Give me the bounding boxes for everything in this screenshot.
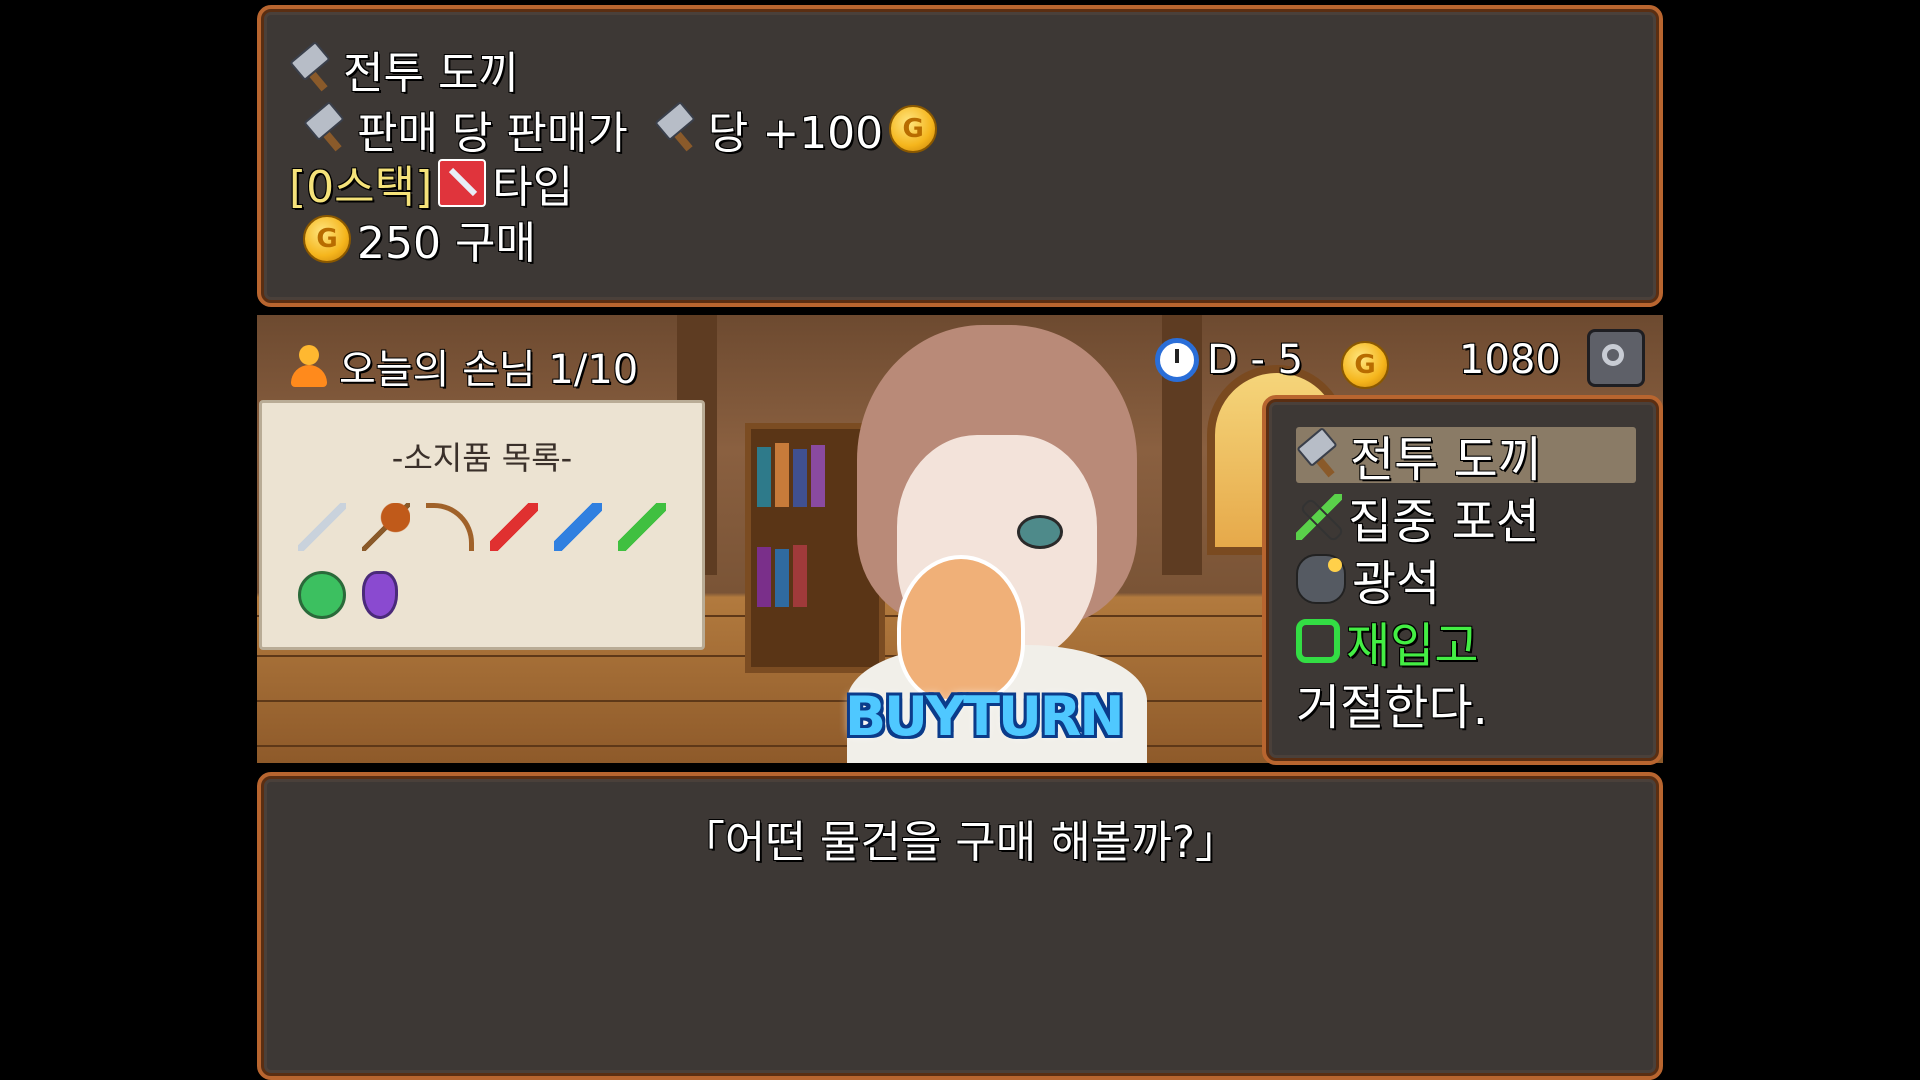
sword-icon[interactable] [298,503,346,551]
mace-icon[interactable] [362,503,410,551]
buy-price-line: G 250 구매 [303,207,536,271]
option-label: 재입고 [1346,618,1479,674]
menu-option-battle-axe[interactable]: 전투 도끼 [1296,426,1636,488]
axe-icon [303,100,351,153]
option-label: 집중 포션 [1348,494,1540,550]
menu-option-refuse[interactable]: 거절한다. [1296,675,1636,736]
inventory-row [298,571,398,619]
type-label: 타입 [492,162,574,213]
day-counter: D - 5 [1155,337,1303,383]
guest-count-text: 오늘의 손님 1/10 [339,347,639,393]
inventory-panel: -소지품 목록- [259,400,705,650]
blue-potion-icon[interactable] [554,503,602,551]
axe-icon [1296,426,1344,479]
game-screen: 전투 도끼 판매 당 판매가 당 +100 G [0스택] 타입 G 250 구… [257,0,1663,1080]
choice-menu: 전투 도끼 집중 포션 광석 재입고 거절한다. [1262,395,1663,765]
dialogue-box: 「어떤 물건을 구매 해볼까?」 [257,772,1663,1080]
gold-coin-icon: G [303,215,351,263]
chibi-girl-sticker [897,555,1025,703]
option-label: 거절한다. [1296,680,1488,736]
ore-icon [1296,554,1346,604]
bow-icon[interactable] [426,503,474,551]
buyturn-badge: BUYTURN [845,685,1125,748]
person-icon [287,343,331,389]
green-flask-icon[interactable] [298,571,346,619]
option-label: 광석 [1352,556,1441,612]
day-text: D - 5 [1207,337,1304,383]
item-info-panel: 전투 도끼 판매 당 판매가 당 +100 G [0스택] 타입 G 250 구… [257,5,1663,307]
potion-icon [1296,494,1342,540]
green-potion-icon[interactable] [618,503,666,551]
menu-option-restock[interactable]: 재입고 [1296,613,1636,674]
option-label: 전투 도끼 [1350,432,1542,488]
sale-bonus: 당 +100 [707,108,884,159]
dialogue-text: 「어떤 물건을 구매 해볼까?」 [680,817,1240,868]
stack-label: [0스택] [289,162,433,213]
restock-icon [1296,619,1340,663]
red-potion-icon[interactable] [490,503,538,551]
stack-type-line: [0스택] 타입 [289,151,573,215]
gold-coin-icon: G [889,105,938,153]
menu-option-ore[interactable]: 광석 [1296,551,1636,612]
item-title-line: 전투 도끼 [289,37,519,101]
guest-counter: 오늘의 손님 1/10 [287,337,638,395]
clock-icon [1155,338,1199,382]
settings-gear-icon[interactable] [1587,329,1645,387]
menu-option-focus-potion[interactable]: 집중 포션 [1296,489,1636,550]
gold-coin-icon: G [1341,341,1389,389]
gold-amount: 1080 [1459,337,1561,383]
axe-icon [654,100,702,153]
buy-price: 250 구매 [357,218,536,269]
inventory-title: -소지품 목록- [391,439,573,477]
inventory-row [298,503,666,551]
axe-icon [289,40,337,93]
item-name: 전투 도끼 [343,48,519,99]
sword-type-icon [438,159,487,207]
customer-eye [1017,515,1063,549]
purple-flask-icon[interactable] [362,571,398,619]
